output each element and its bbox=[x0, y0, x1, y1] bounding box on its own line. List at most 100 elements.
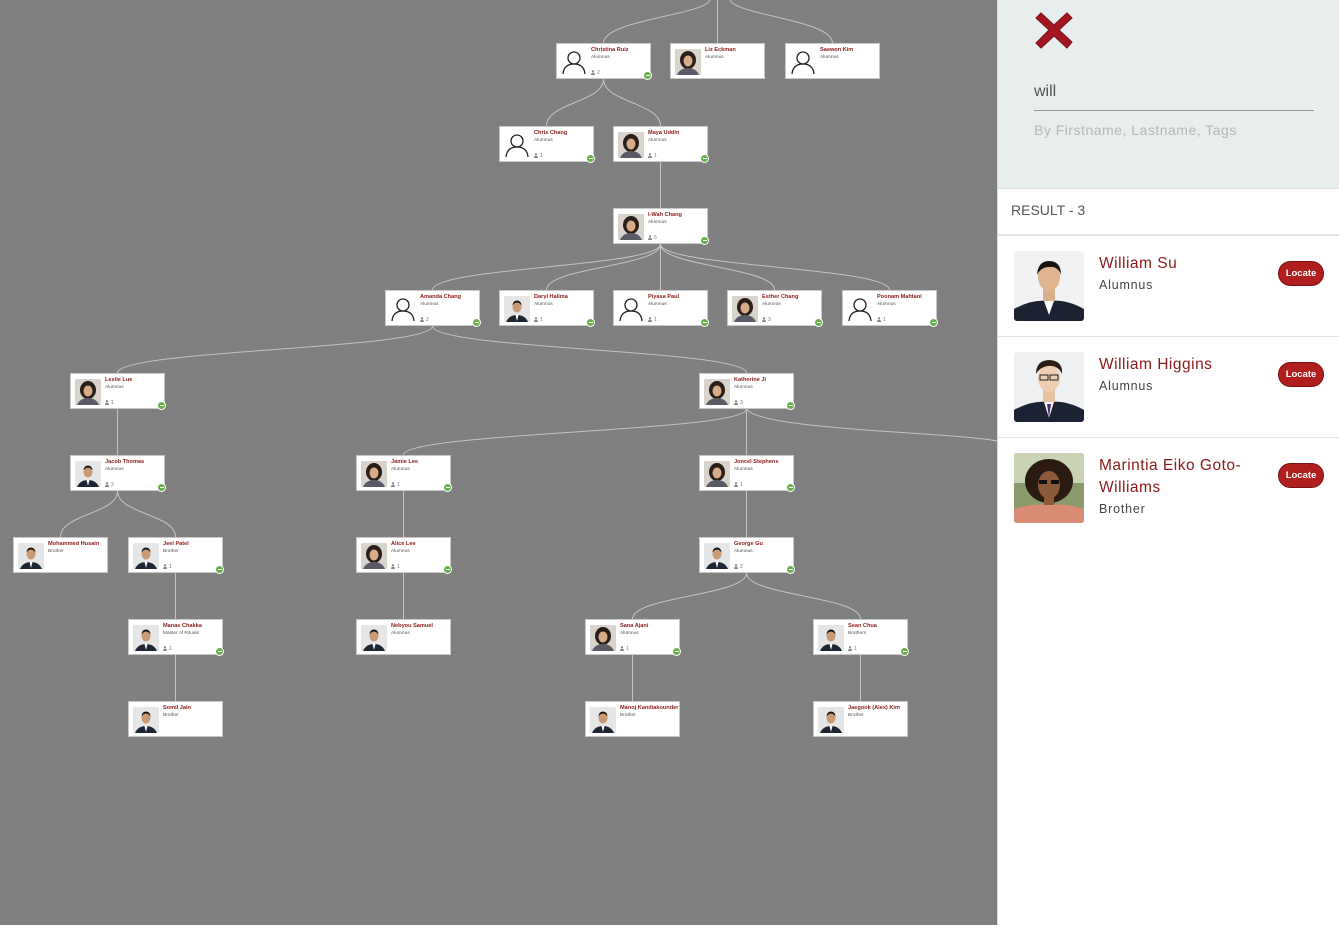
person-icon bbox=[391, 564, 395, 569]
tree-node[interactable]: Jacob Thomas Alumnus 2 bbox=[70, 455, 166, 492]
tree-node[interactable]: Nebyou Samuel Alumnus bbox=[356, 619, 451, 655]
node-name: I-Wah Chang bbox=[648, 212, 682, 218]
tree-node[interactable]: George Gu Alumnus 2 bbox=[699, 537, 795, 574]
tree-node[interactable]: Sean Chua Brothers 1 bbox=[813, 619, 909, 656]
collapse-toggle-icon[interactable] bbox=[443, 483, 452, 492]
avatar bbox=[818, 625, 844, 651]
collapse-toggle-icon[interactable] bbox=[700, 236, 709, 245]
close-icon[interactable] bbox=[1032, 8, 1076, 52]
search-area: By Firstname, Lastname, Tags bbox=[998, 0, 1339, 189]
family-tree-canvas[interactable]: Christina Ruiz Alumnus 2 Liz Eckman Alumn… bbox=[0, 0, 997, 925]
collapse-toggle-icon[interactable] bbox=[157, 401, 166, 410]
result-item[interactable]: Marintia Eiko Goto-Williams Brother Loca… bbox=[998, 438, 1339, 538]
person-icon bbox=[105, 400, 109, 405]
collapse-toggle-icon[interactable] bbox=[786, 401, 795, 410]
tree-node[interactable]: Alice Lee Alumnus 1 bbox=[356, 537, 452, 574]
avatar bbox=[1014, 352, 1084, 422]
avatar bbox=[504, 296, 530, 322]
node-count-value: 1 bbox=[883, 317, 886, 323]
tree-node[interactable]: Piyasa Paul Alumnus 1 bbox=[613, 290, 709, 327]
tree-node[interactable]: I-Wah Chang Alumnus 5 bbox=[613, 208, 709, 245]
node-role: Alumnus bbox=[534, 302, 553, 307]
node-count: 1 bbox=[391, 482, 400, 488]
person-icon bbox=[534, 317, 538, 322]
tree-node[interactable]: Somil Jain Brother bbox=[128, 701, 223, 737]
collapse-toggle-icon[interactable] bbox=[215, 565, 224, 574]
tree-link bbox=[432, 325, 747, 374]
tree-link bbox=[660, 243, 890, 291]
node-name: Saewon Kim bbox=[820, 47, 854, 53]
tree-node[interactable]: Christina Ruiz Alumnus 2 bbox=[556, 43, 652, 80]
tree-node[interactable]: Esther Chang Alumnus 3 bbox=[727, 290, 823, 327]
tree-node[interactable]: Mohammed Husain Brother bbox=[13, 537, 108, 573]
tree-link bbox=[603, 0, 711, 44]
node-role: Alumnus bbox=[105, 385, 124, 390]
collapse-toggle-icon[interactable] bbox=[215, 647, 224, 656]
result-item[interactable]: William Higgins Alumnus Locate bbox=[998, 337, 1339, 438]
node-count: 1 bbox=[105, 400, 114, 406]
tree-node[interactable]: Manoj Kandiakounder Brother bbox=[585, 701, 680, 737]
node-name: Joncel Stephens bbox=[734, 459, 779, 465]
tree-node[interactable]: Jaegook (Alex) Kim Brother bbox=[813, 701, 908, 737]
person-icon bbox=[391, 482, 395, 487]
tree-node[interactable]: Chris Chang Alumnus 1 bbox=[499, 126, 595, 163]
collapse-toggle-icon[interactable] bbox=[786, 565, 795, 574]
tree-node[interactable]: Poonam Mahtani Alumnus 1 bbox=[842, 290, 938, 327]
collapse-toggle-icon[interactable] bbox=[814, 318, 823, 327]
tree-node[interactable]: Saewon Kim Alumnus bbox=[785, 43, 880, 79]
tree-node[interactable]: Joncel Stephens Alumnus 1 bbox=[699, 455, 795, 492]
node-role: Alumnus bbox=[734, 549, 753, 554]
result-item[interactable]: William Su Alumnus Locate bbox=[998, 236, 1339, 337]
tree-node[interactable]: Sana Ajani Alumnus 1 bbox=[585, 619, 681, 656]
tree-node[interactable]: Katherine Ji Alumnus 3 bbox=[699, 373, 795, 410]
tree-node[interactable]: Manas Chakka Master of Rituals 1 bbox=[128, 619, 224, 656]
tree-link bbox=[117, 325, 433, 374]
node-role: Alumnus bbox=[591, 55, 610, 60]
locate-button[interactable]: Locate bbox=[1278, 463, 1324, 488]
collapse-toggle-icon[interactable] bbox=[472, 318, 481, 327]
collapse-toggle-icon[interactable] bbox=[929, 318, 938, 327]
locate-button[interactable]: Locate bbox=[1278, 362, 1324, 387]
node-role: Alumnus bbox=[420, 302, 439, 307]
result-name[interactable]: William Su bbox=[1099, 253, 1269, 275]
node-role: Alumnus bbox=[762, 302, 781, 307]
tree-node[interactable]: Liz Eckman Alumnus bbox=[670, 43, 765, 79]
collapse-toggle-icon[interactable] bbox=[586, 154, 595, 163]
collapse-toggle-icon[interactable] bbox=[786, 483, 795, 492]
collapse-toggle-icon[interactable] bbox=[157, 483, 166, 492]
person-icon bbox=[648, 153, 652, 158]
collapse-toggle-icon[interactable] bbox=[672, 647, 681, 656]
node-count: 1 bbox=[848, 646, 857, 652]
tree-node[interactable]: Amanda Chang Alumnus 2 bbox=[385, 290, 481, 327]
collapse-toggle-icon[interactable] bbox=[443, 565, 452, 574]
tree-link bbox=[546, 78, 604, 127]
node-count: 1 bbox=[163, 646, 172, 652]
tree-link bbox=[660, 243, 775, 291]
person-icon bbox=[620, 646, 624, 651]
tree-node[interactable]: Leslie Lue Alumnus 1 bbox=[70, 373, 166, 410]
node-role: Master of Rituals bbox=[163, 631, 199, 636]
tree-node[interactable]: Maya Uddin Alumnus 1 bbox=[613, 126, 709, 163]
result-name[interactable]: Marintia Eiko Goto-Williams bbox=[1099, 455, 1269, 499]
node-count: 1 bbox=[648, 153, 657, 159]
tree-link bbox=[117, 490, 176, 538]
avatar bbox=[75, 461, 101, 487]
search-input[interactable] bbox=[1034, 74, 1314, 111]
result-name[interactable]: William Higgins bbox=[1099, 354, 1269, 376]
collapse-toggle-icon[interactable] bbox=[700, 318, 709, 327]
collapse-toggle-icon[interactable] bbox=[643, 71, 652, 80]
collapse-toggle-icon[interactable] bbox=[586, 318, 595, 327]
node-count-value: 1 bbox=[626, 646, 629, 652]
locate-button[interactable]: Locate bbox=[1278, 261, 1324, 286]
avatar bbox=[847, 296, 873, 322]
collapse-toggle-icon[interactable] bbox=[900, 647, 909, 656]
node-role: Alumnus bbox=[105, 467, 124, 472]
tree-node[interactable]: Daryl Halima Alumnus 1 bbox=[499, 290, 595, 327]
tree-node[interactable]: Jeel Patel Brother 1 bbox=[128, 537, 224, 574]
avatar bbox=[675, 49, 701, 75]
collapse-toggle-icon[interactable] bbox=[700, 154, 709, 163]
node-count-value: 2 bbox=[111, 482, 114, 488]
tree-node[interactable]: Jamie Lee Alumnus 1 bbox=[356, 455, 452, 492]
avatar bbox=[390, 296, 416, 322]
tree-link bbox=[603, 78, 661, 127]
